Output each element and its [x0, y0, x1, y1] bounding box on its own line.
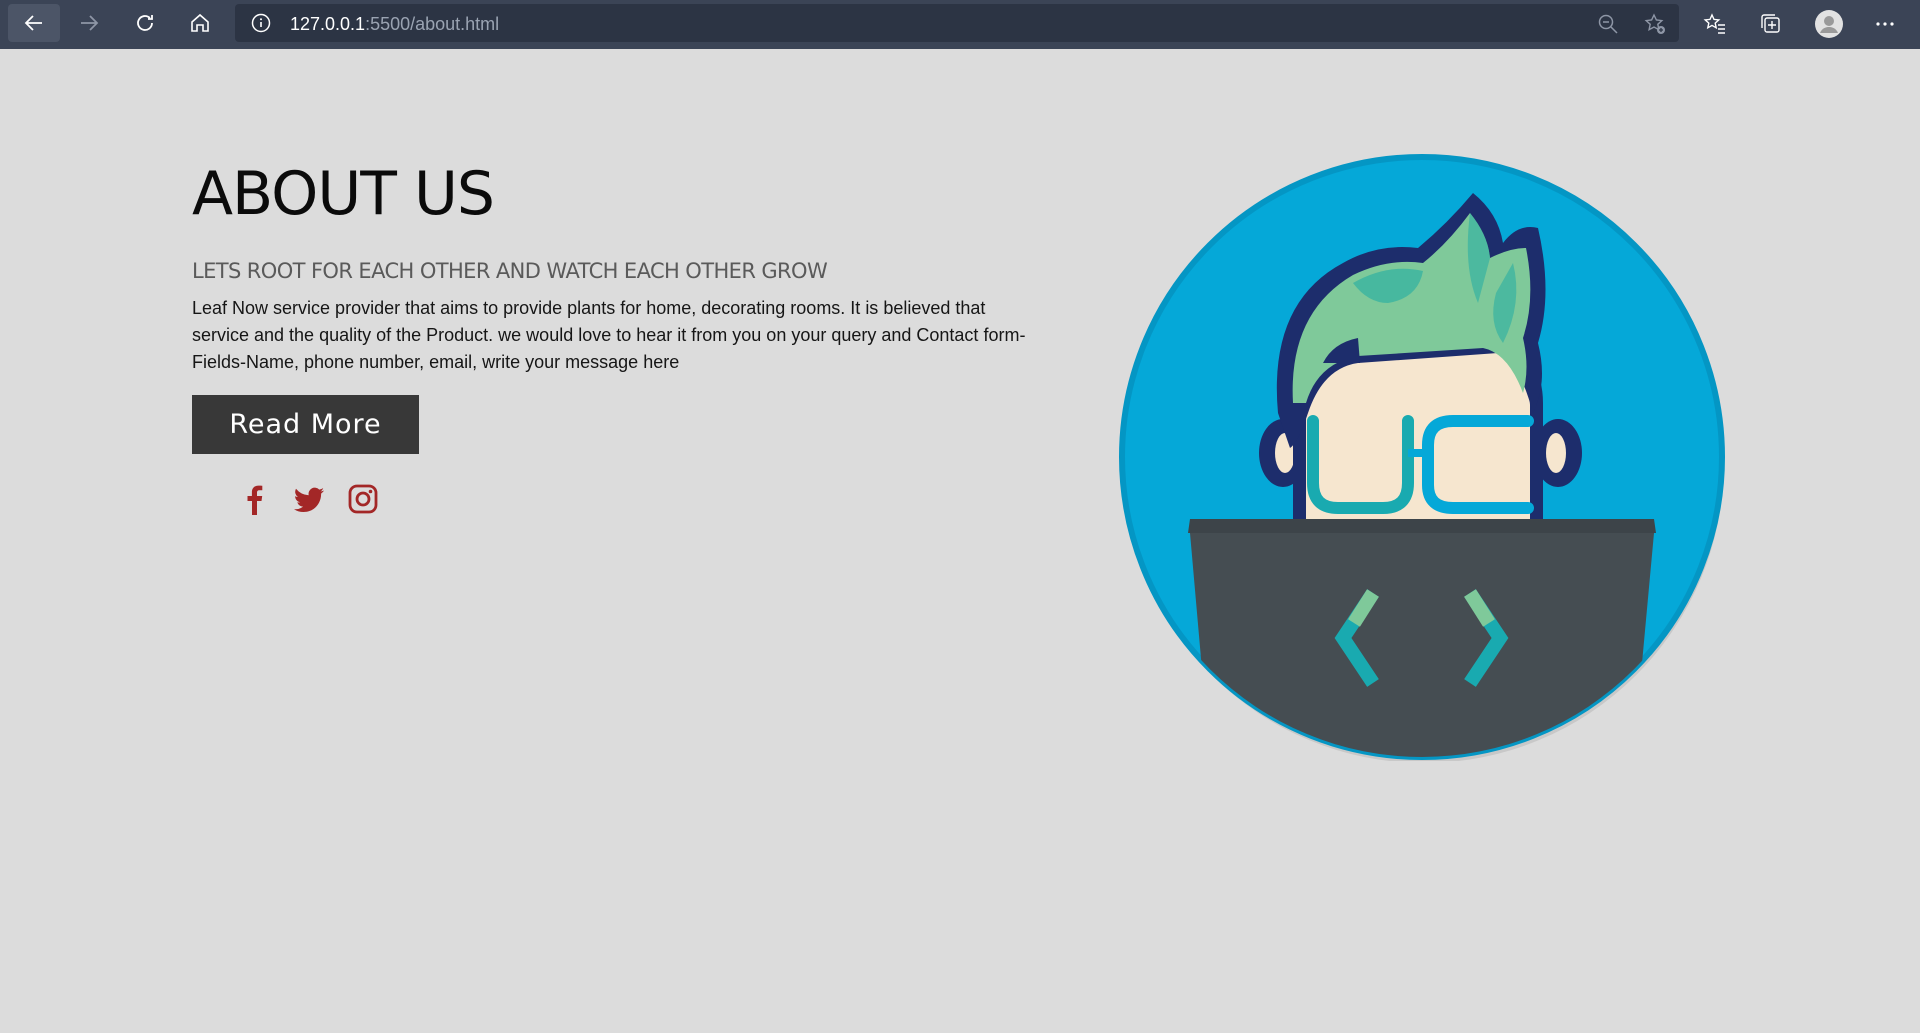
- about-description: Leaf Now service provider that aims to p…: [192, 298, 1026, 372]
- url-host: 127.0.0.1: [290, 14, 366, 34]
- facebook-link[interactable]: [238, 482, 272, 516]
- instagram-icon: [348, 484, 378, 514]
- read-more-button[interactable]: Read More: [192, 395, 419, 454]
- profile-avatar-icon[interactable]: [1814, 9, 1844, 39]
- home-icon: [191, 13, 209, 32]
- forward-button[interactable]: [63, 4, 115, 42]
- url-path: :5500/about.html: [365, 14, 500, 34]
- home-button[interactable]: [174, 4, 226, 42]
- twitter-icon: [294, 487, 324, 512]
- refresh-icon: [137, 15, 153, 31]
- instagram-link[interactable]: [346, 482, 380, 516]
- facebook-icon: [247, 485, 263, 515]
- zoom-out-icon[interactable]: [1597, 13, 1619, 35]
- arrow-right-icon: [81, 15, 99, 31]
- back-button[interactable]: [8, 4, 60, 42]
- collections-icon[interactable]: [1758, 11, 1784, 37]
- refresh-button[interactable]: [119, 4, 171, 42]
- page-title: ABOUT US: [192, 159, 495, 229]
- page-subtitle: LETS ROOT FOR EACH OTHER AND WATCH EACH …: [192, 259, 828, 283]
- twitter-link[interactable]: [292, 482, 326, 516]
- info-icon[interactable]: [251, 13, 271, 33]
- about-page: ABOUT US LETS ROOT FOR EACH OTHER AND WA…: [0, 49, 1920, 1033]
- browser-toolbar: 127.0.0.1:5500/about.html: [0, 0, 1920, 49]
- address-bar[interactable]: 127.0.0.1:5500/about.html: [235, 4, 1679, 42]
- more-menu-icon[interactable]: [1872, 11, 1898, 37]
- social-links: [238, 482, 380, 516]
- url-text[interactable]: 127.0.0.1:5500/about.html: [290, 14, 499, 35]
- add-favorite-icon[interactable]: [1643, 12, 1667, 36]
- coder-avatar-illustration: [1119, 154, 1725, 761]
- arrow-left-icon: [24, 15, 42, 31]
- favorites-icon[interactable]: [1702, 11, 1728, 37]
